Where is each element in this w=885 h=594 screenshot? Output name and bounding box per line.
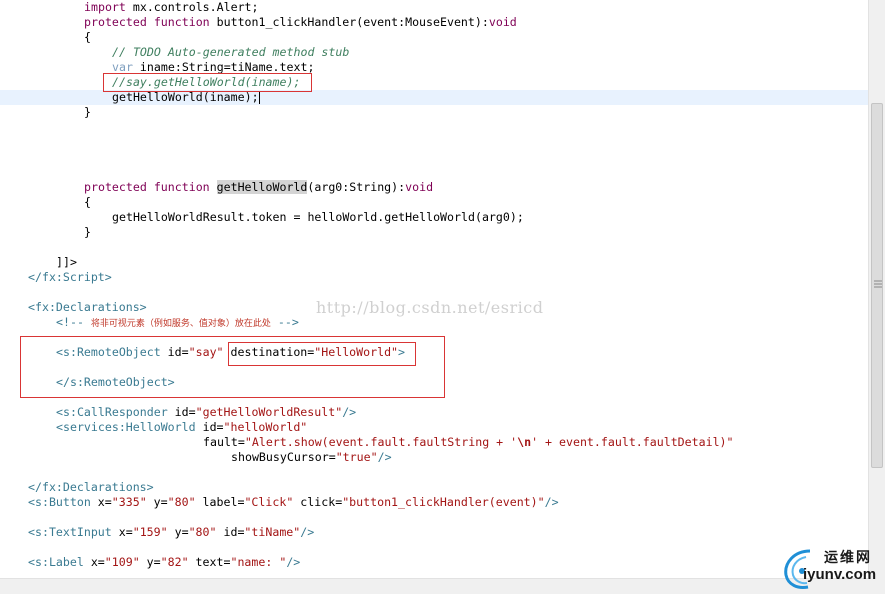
vertical-scrollbar[interactable] <box>868 0 885 578</box>
code-line: ]]> <box>56 255 77 269</box>
annotation-box-comment <box>103 73 312 92</box>
code-line: showBusyCursor="true"/> <box>231 450 392 464</box>
code-line: </fx:Declarations> <box>28 480 154 494</box>
code-line: import mx.controls.Alert; <box>84 0 259 14</box>
code-line: <s:CallResponder id="getHelloWorldResult… <box>56 405 357 419</box>
code-line: // TODO Auto-generated method stub <box>0 45 868 60</box>
code-line: { <box>84 30 91 44</box>
todo-comment: // TODO Auto-generated method stub <box>112 45 350 59</box>
code-line: } <box>84 105 91 119</box>
logo-text-url: iyunv.com <box>803 566 877 583</box>
horizontal-scrollbar[interactable] <box>0 578 868 594</box>
code-line: fault="Alert.show(event.fault.faultStrin… <box>203 435 734 449</box>
code-line: } <box>84 225 91 239</box>
watermark: http://blog.csdn.net/esricd <box>316 298 544 317</box>
code-line: <!-- 将非可视元素（例如服务、值对象）放在此处 --> <box>56 315 299 329</box>
code-line: <s:Label x="109" y="82" text="name: "/> <box>28 555 301 569</box>
grip-icon <box>874 280 882 288</box>
code-line: protected function getHelloWorld(arg0:St… <box>84 180 434 194</box>
logo-text-cn: 运维网 <box>824 550 872 566</box>
scrollbar-thumb[interactable] <box>871 103 883 468</box>
highlighted-function-name[interactable]: getHelloWorld <box>216 180 308 194</box>
current-code-line[interactable]: getHelloWorld(iname); <box>0 90 868 105</box>
code-line: </fx:Script> <box>28 270 112 284</box>
code-editor[interactable]: import mx.controls.Alert; protected func… <box>0 0 868 578</box>
code-line: <services:HelloWorld id="helloWorld" <box>56 420 308 434</box>
code-line: protected function button1_clickHandler(… <box>84 15 517 29</box>
keyword: import <box>84 0 126 14</box>
code-line: { <box>84 195 91 209</box>
code-line: <s:TextInput x="159" y="80" id="tiName"/… <box>28 525 315 539</box>
code-line: <s:Button x="335" y="80" label="Click" c… <box>28 495 559 509</box>
annotation-box-remoteobject <box>20 336 445 398</box>
code-line: getHelloWorldResult.token = helloWorld.g… <box>112 210 524 224</box>
text-caret <box>258 91 260 104</box>
